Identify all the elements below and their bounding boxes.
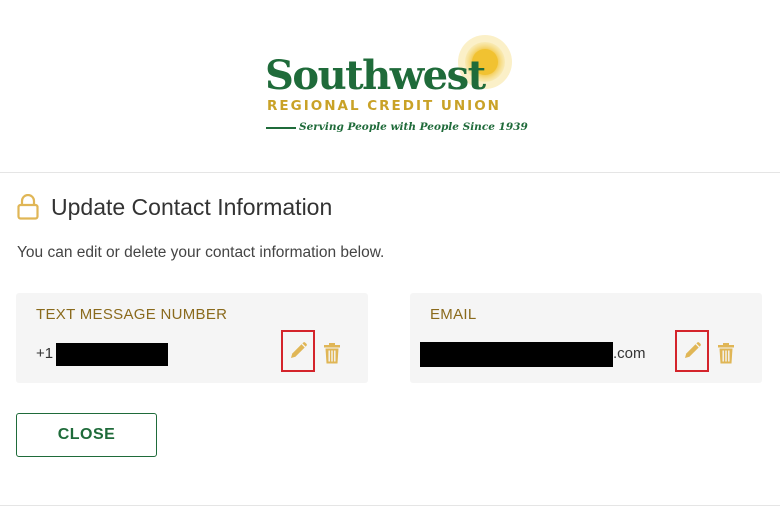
close-button[interactable]: CLOSE [16, 413, 157, 457]
trash-icon [324, 342, 340, 363]
edit-email-button[interactable] [675, 330, 709, 372]
redacted-phone-number [56, 343, 168, 366]
lock-icon [17, 194, 39, 220]
contact-card-phone: TEXT MESSAGE NUMBER +1 [16, 293, 368, 383]
phone-prefix: +1 [36, 345, 54, 362]
page-header: Southwest REGIONAL CREDIT UNION Serving … [0, 0, 780, 173]
email-suffix: .com [613, 345, 646, 362]
logo-tagline-rule [266, 127, 296, 129]
contact-label: EMAIL [430, 306, 477, 323]
pencil-icon [685, 342, 701, 358]
section-title-row: Update Contact Information [17, 190, 332, 224]
trash-icon [718, 342, 734, 363]
contact-card-email: EMAIL .com [410, 293, 762, 383]
logo-tagline: Serving People with People Since 1939 [299, 121, 528, 133]
pencil-icon [291, 342, 307, 358]
logo-wordmark: Southwest [265, 52, 486, 99]
page-description: You can edit or delete your contact info… [17, 244, 385, 261]
bottom-divider [0, 505, 780, 506]
delete-phone-button[interactable] [322, 342, 342, 364]
southwest-logo: Southwest REGIONAL CREDIT UNION Serving … [265, 34, 528, 138]
edit-phone-button[interactable] [281, 330, 315, 372]
logo-subtitle: REGIONAL CREDIT UNION [267, 98, 501, 114]
page-title: Update Contact Information [51, 194, 333, 220]
redacted-email-address [420, 342, 613, 367]
delete-email-button[interactable] [716, 342, 736, 364]
contact-label: TEXT MESSAGE NUMBER [36, 306, 228, 323]
